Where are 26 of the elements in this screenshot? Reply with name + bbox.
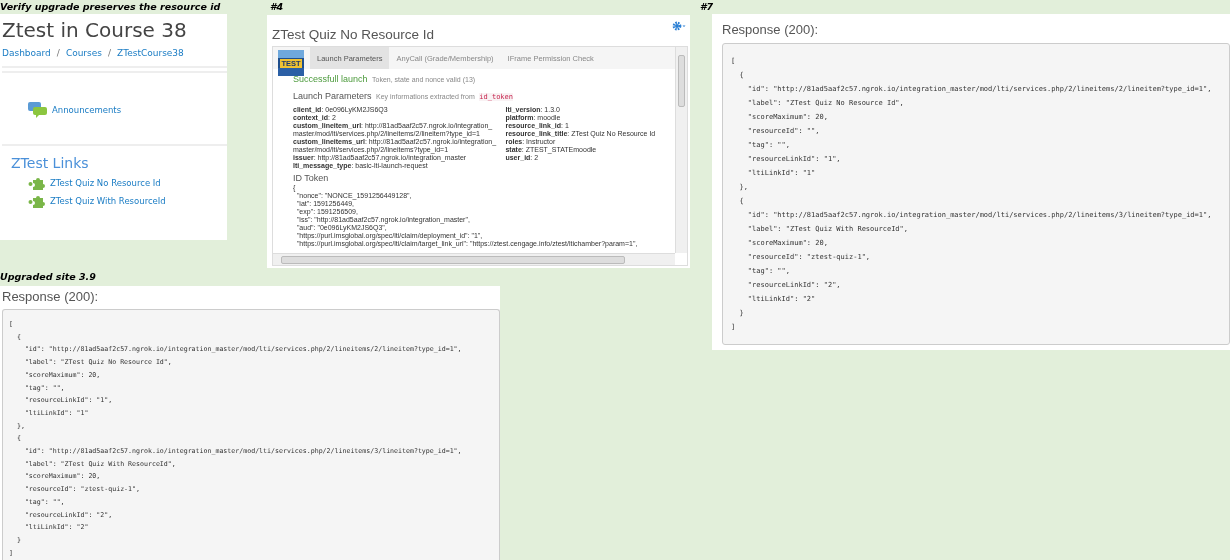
breadcrumb-separator: / xyxy=(56,48,60,58)
section-title: ZTest Links xyxy=(10,154,90,173)
breadcrumb-link[interactable]: Dashboard xyxy=(2,48,51,58)
screenshot-caption: #7 xyxy=(700,0,714,13)
response-title: Response (200): xyxy=(721,21,820,37)
settings-icon[interactable] xyxy=(672,21,686,31)
puzzle-piece-icon xyxy=(28,176,46,190)
status-title: Successfull launch xyxy=(293,74,368,84)
section-heading: Launch Parameters xyxy=(293,91,372,101)
activity-link[interactable]: ZTest Quiz With ResourceId xyxy=(50,196,166,206)
course-title: Ztest in Course 38 xyxy=(1,18,188,42)
section-heading: ID Token xyxy=(293,173,330,183)
horizontal-scrollbar[interactable] xyxy=(273,253,675,265)
breadcrumb-separator: / xyxy=(108,48,112,58)
breadcrumb-link[interactable]: ZTestCourse38 xyxy=(117,48,184,58)
activity-link[interactable]: ZTest Quiz No Resource Id xyxy=(50,178,161,188)
breadcrumb-link[interactable]: Courses xyxy=(65,48,102,58)
screenshot-caption: Upgraded site 3.9 xyxy=(0,270,96,283)
screenshot-caption: #4 xyxy=(270,0,284,13)
chat-bubbles-icon xyxy=(28,102,48,118)
puzzle-piece-icon xyxy=(28,194,46,208)
vertical-scrollbar[interactable] xyxy=(675,47,687,253)
screenshot-caption: Verify upgrade preserves the resource id xyxy=(0,0,221,13)
announcements-link[interactable]: Announcements xyxy=(52,105,122,115)
page-title: ZTest Quiz No Resource Id xyxy=(272,27,435,42)
response-title: Response (200): xyxy=(1,288,100,304)
